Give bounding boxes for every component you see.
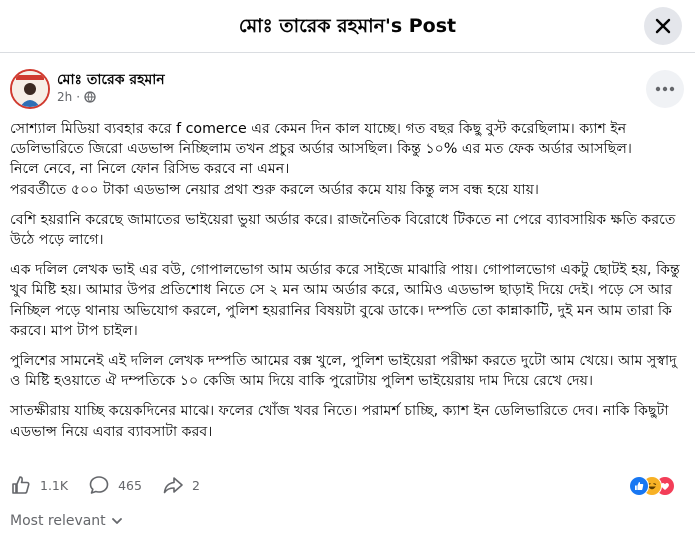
like-reaction-icon bbox=[629, 476, 649, 496]
more-icon bbox=[655, 86, 675, 92]
share-count: 2 bbox=[191, 477, 200, 493]
comment-sort-dropdown[interactable]: Most relevant bbox=[10, 513, 122, 529]
like-button[interactable]: 1.1K bbox=[10, 474, 68, 496]
post-meta: 2h · bbox=[57, 90, 96, 104]
globe-icon bbox=[84, 91, 96, 103]
like-icon bbox=[12, 476, 30, 494]
reaction-summary[interactable] bbox=[629, 476, 689, 496]
comment-count: 465 bbox=[118, 477, 142, 493]
chevron-down-icon bbox=[111, 518, 122, 524]
post-paragraph: বেশি হয়রানি করেছে জামাতের ভাইয়েরা ভুয়… bbox=[10, 211, 676, 249]
post-paragraph: সোশ্যাল মিডিয়া ব্যবহার করে f comerce এর… bbox=[10, 121, 632, 198]
like-count: 1.1K bbox=[40, 477, 69, 493]
post-dialog-header: মোঃ তারেক রহমান's Post bbox=[0, 0, 695, 53]
comment-button[interactable]: 465 bbox=[88, 474, 142, 496]
post-paragraph: পুলিশের সামনেই এই দলিল লেখক দম্পতি আমের … bbox=[10, 353, 677, 390]
author-name[interactable]: মোঃ তারেক রহমান bbox=[57, 68, 165, 92]
more-options-button[interactable] bbox=[646, 70, 684, 108]
avatar[interactable] bbox=[10, 69, 50, 109]
post-action-bar: 1.1K 465 2 bbox=[10, 474, 220, 496]
post-body: সোশ্যাল মিডিয়া ব্যবহার করে f comerce এর… bbox=[10, 119, 686, 452]
sort-label: Most relevant bbox=[10, 513, 106, 529]
dialog-title: মোঃ তারেক রহমান's Post bbox=[238, 15, 457, 37]
post-paragraph: সাতক্ষীরায় যাচ্ছি কয়েকদিনের মাঝে। ফলের… bbox=[10, 403, 669, 440]
post-paragraph: এক দলিল লেখক ভাই এর বউ, গোপালভোগ আম অর্ড… bbox=[10, 262, 680, 339]
share-button[interactable]: 2 bbox=[162, 474, 200, 496]
profile-photo bbox=[12, 71, 48, 107]
close-button[interactable] bbox=[644, 7, 682, 45]
post-time[interactable]: 2h bbox=[57, 90, 72, 104]
share-icon bbox=[163, 477, 183, 494]
comment-icon bbox=[89, 476, 109, 494]
close-icon bbox=[655, 18, 671, 34]
